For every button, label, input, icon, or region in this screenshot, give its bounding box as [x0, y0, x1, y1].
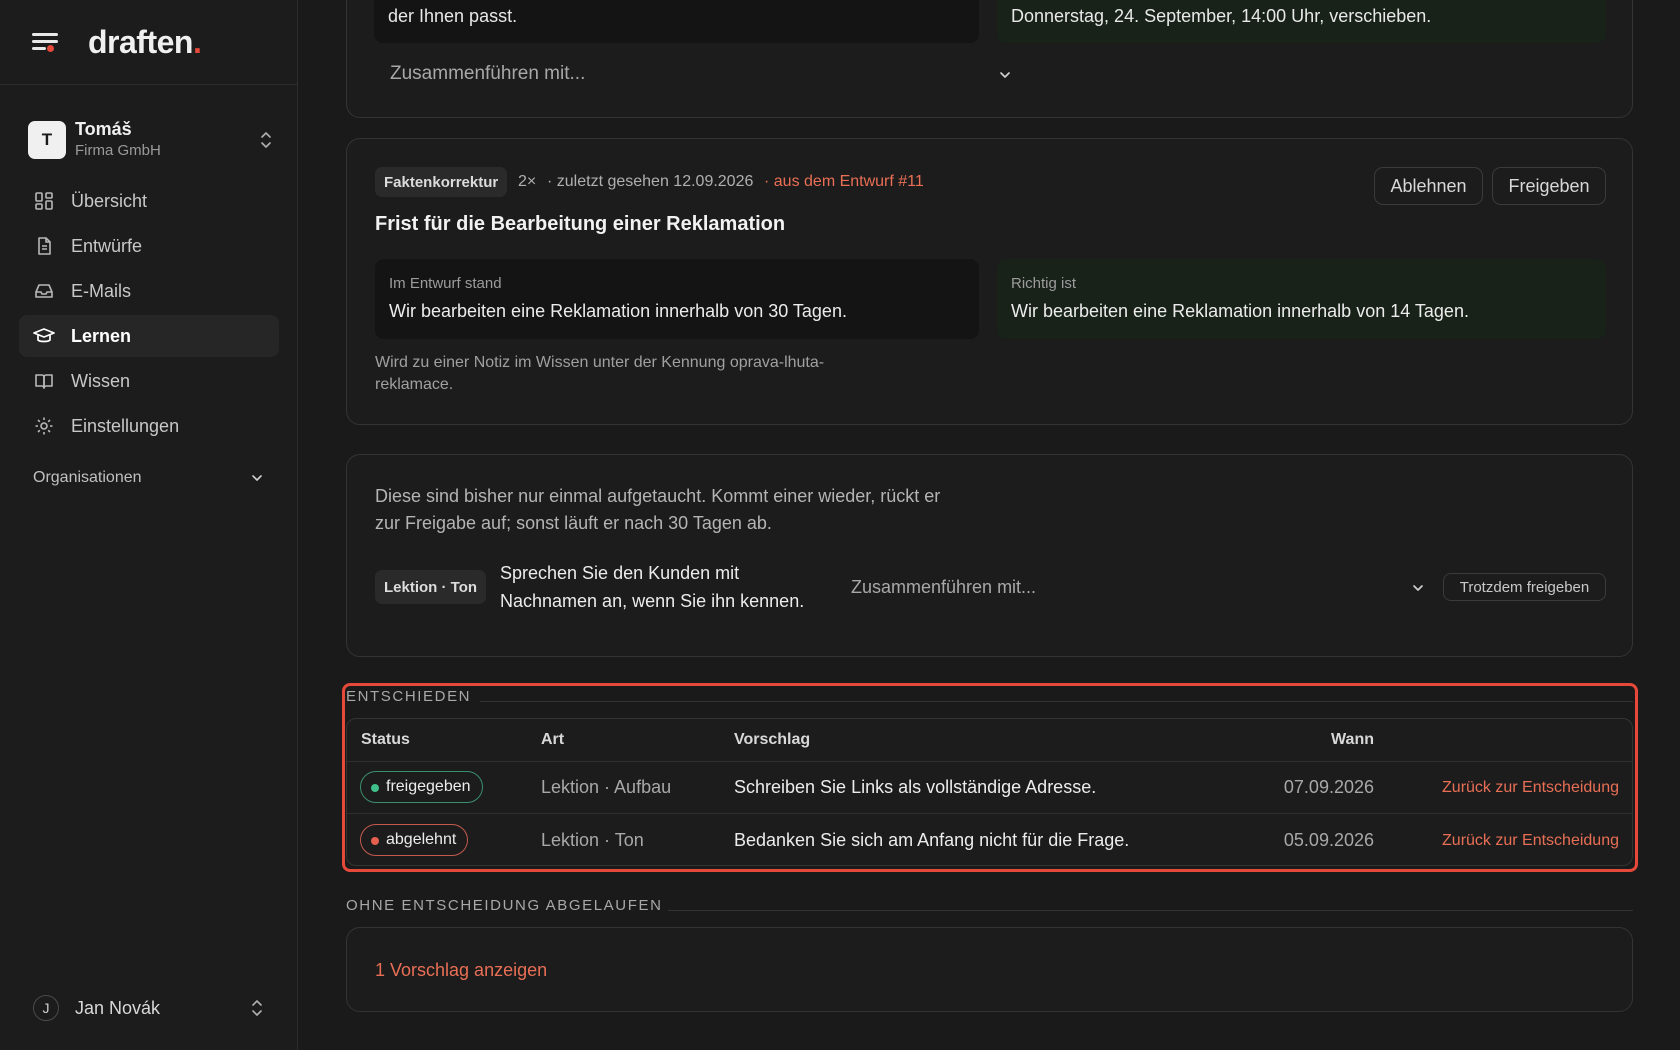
suggestion-title: Frist für die Bearbeitung einer Reklamat…: [375, 213, 786, 235]
single-occurrence-card: Diese sind bisher nur einmal aufgetaucht…: [346, 454, 1633, 657]
section-divider: [480, 701, 1633, 702]
type-tag: Lektion · Ton: [375, 570, 487, 604]
row-date: 05.09.2026: [1283, 830, 1374, 850]
status-badge: abgelehnt: [360, 824, 469, 856]
row-art: Lektion · Aufbau: [541, 777, 672, 797]
column-header-status[interactable]: Status: [361, 719, 410, 761]
account-name: Tomáš: [75, 119, 132, 139]
status-dot-icon: [371, 784, 379, 792]
row-art: Lektion · Ton: [541, 830, 644, 850]
user-avatar: J: [33, 995, 59, 1021]
sidebar-item-label: Entwürfe: [71, 235, 143, 256]
sidebar-item-label: Wissen: [71, 370, 131, 391]
chevron-down-icon[interactable]: [997, 67, 1013, 83]
suggestion-text-line-1: Sprechen Sie den Kunden mit: [500, 563, 740, 583]
sidebar-item-uebersicht[interactable]: Übersicht: [19, 180, 279, 222]
gear-icon: [33, 415, 55, 437]
column-header-wann[interactable]: Wann: [1331, 719, 1374, 761]
book-icon: [33, 370, 55, 392]
type-tag: Faktenkorrektur: [375, 167, 508, 197]
fact-correction-card: Faktenkorrektur 2× · zuletzt gesehen 12.…: [346, 138, 1633, 425]
note-line-2: reklamace.: [375, 376, 454, 393]
account-org: Firma GmbH: [75, 142, 161, 159]
chevron-down-icon[interactable]: [1410, 580, 1426, 596]
section-title-expired: OHNE ENTSCHEIDUNG ABGELAUFEN: [346, 897, 663, 914]
organizations-label: Organisationen: [33, 469, 142, 486]
brand-logo[interactable]: draften.: [88, 24, 202, 61]
note-line-1: Wird zu einer Notiz im Wissen unter der …: [375, 354, 825, 371]
brand-header: draften.: [0, 0, 297, 85]
show-expired-link[interactable]: 1 Vorschlag anzeigen: [375, 960, 547, 981]
correct-text: Donnerstag, 24. September, 14:00 Uhr, ve…: [1011, 6, 1432, 26]
user-name: Jan Novák: [75, 997, 161, 1018]
grid-icon: [33, 190, 55, 212]
status-dot-icon: [371, 837, 379, 845]
revert-decision-link[interactable]: Zurück zur Entscheidung: [1442, 832, 1619, 850]
inbox-icon: [33, 280, 55, 302]
sidebar-item-label: Übersicht: [71, 190, 148, 211]
section-divider: [668, 910, 1633, 911]
organizations-toggle[interactable]: Organisationen: [33, 466, 265, 490]
suggestion-text-line-2: Nachnamen an, wenn Sie ihn kennen.: [500, 591, 805, 611]
merge-select[interactable]: Zusammenführen mit...: [851, 577, 1036, 598]
correct-box: Richtig ist Wir bearbeiten eine Reklamat…: [997, 259, 1606, 339]
sidebar-nav: Übersicht Entwürfe E-Mails Lernen Wissen…: [19, 180, 279, 450]
sidebar-item-entwuerfe[interactable]: Entwürfe: [19, 225, 279, 267]
source-draft-link[interactable]: · aus dem Entwurf #11: [764, 173, 924, 191]
chevron-up-down-icon: [252, 1000, 262, 1016]
draft-text: Wir bearbeiten eine Reklamation innerhal…: [389, 301, 847, 321]
sidebar-item-einstellungen[interactable]: Einstellungen: [19, 405, 279, 447]
expired-card: 1 Vorschlag anzeigen: [346, 927, 1633, 1012]
menu-icon[interactable]: [32, 31, 60, 53]
draft-text: der Ihnen passt.: [388, 6, 518, 26]
merge-select[interactable]: Zusammenführen mit...: [390, 63, 585, 85]
chevron-down-icon: [252, 475, 262, 481]
sidebar-item-emails[interactable]: E-Mails: [19, 270, 279, 312]
column-header-vorschlag[interactable]: Vorschlag: [734, 719, 810, 761]
suggestion-card-top: der Ihnen passt. Donnerstag, 24. Septemb…: [346, 0, 1633, 118]
intro-line-2: zur Freigabe auf; sonst läuft er nach 30…: [375, 513, 772, 533]
user-menu[interactable]: J Jan Novák: [33, 994, 265, 1022]
sidebar-item-lernen[interactable]: Lernen: [19, 315, 279, 357]
app-root: draften. T Tomáš Firma GmbH Übersicht En: [0, 0, 1680, 1050]
row-divider: [347, 813, 1632, 814]
chevron-up-down-icon: [261, 132, 271, 148]
correct-label: Richtig ist: [1011, 275, 1077, 292]
column-header-art[interactable]: Art: [541, 719, 564, 761]
occurrence-count: 2×: [518, 173, 537, 190]
approve-button[interactable]: Freigeben: [1492, 167, 1606, 205]
document-icon: [33, 235, 55, 257]
row-vorschlag: Bedanken Sie sich am Anfang nicht für di…: [734, 830, 1130, 850]
revert-decision-link[interactable]: Zurück zur Entscheidung: [1442, 779, 1619, 797]
sidebar: draften. T Tomáš Firma GmbH Übersicht En: [0, 0, 298, 1050]
sidebar-item-label: Einstellungen: [71, 415, 180, 436]
section-title-decided: ENTSCHIEDEN: [346, 688, 472, 705]
force-approve-button[interactable]: Trotzdem freigeben: [1443, 573, 1606, 601]
last-seen: · zuletzt gesehen 12.09.2026: [547, 173, 754, 190]
sidebar-item-label: E-Mails: [71, 280, 132, 301]
correct-text-box: Donnerstag, 24. September, 14:00 Uhr, ve…: [997, 0, 1606, 43]
row-date: 07.09.2026: [1283, 777, 1374, 797]
decided-table: Status Art Vorschlag Wann freigegeben Le…: [346, 718, 1633, 866]
intro-line-1: Diese sind bisher nur einmal aufgetaucht…: [375, 486, 941, 506]
draft-text-box: der Ihnen passt.: [374, 0, 979, 43]
row-divider: [347, 761, 1632, 762]
reject-button[interactable]: Ablehnen: [1374, 167, 1483, 205]
status-badge: freigegeben: [360, 771, 483, 803]
correct-text: Wir bearbeiten eine Reklamation innerhal…: [1011, 301, 1469, 321]
graduation-cap-icon: [33, 325, 55, 347]
sidebar-item-wissen[interactable]: Wissen: [19, 360, 279, 402]
draft-box: Im Entwurf stand Wir bearbeiten eine Rek…: [375, 259, 979, 339]
account-avatar: T: [28, 121, 66, 159]
account-switcher[interactable]: T Tomáš Firma GmbH: [28, 117, 274, 163]
sidebar-item-label: Lernen: [71, 325, 132, 346]
row-vorschlag: Schreiben Sie Links als vollständige Adr…: [734, 777, 1097, 797]
draft-label: Im Entwurf stand: [389, 275, 502, 292]
